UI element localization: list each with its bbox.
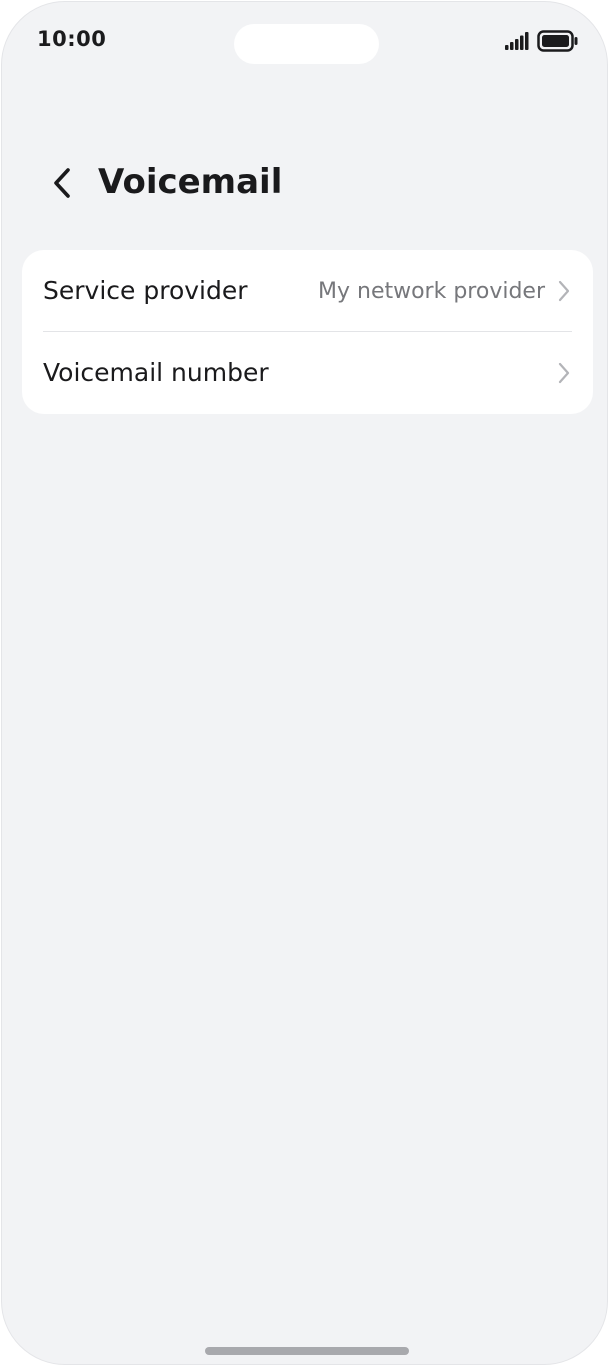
- settings-row-label: Voicemail number: [43, 358, 269, 387]
- chevron-right-icon: [558, 362, 570, 384]
- back-button[interactable]: [40, 160, 84, 206]
- voicemail-settings-card: Service provider My network provider Voi…: [22, 250, 593, 414]
- settings-row-service-provider[interactable]: Service provider My network provider: [22, 250, 593, 332]
- phone-screen: 10:00 Voicemail Service provider My netw…: [1, 1, 608, 1365]
- chevron-right-icon: [558, 280, 570, 302]
- camera-notch: [234, 24, 379, 64]
- battery-full-icon: [537, 30, 578, 52]
- status-time: 10:00: [37, 27, 107, 51]
- page-title: Voicemail: [98, 162, 283, 202]
- settings-row-value: My network provider: [318, 279, 545, 304]
- title-bar: Voicemail: [2, 152, 607, 214]
- cellular-signal-icon: [505, 32, 529, 50]
- chevron-left-icon: [54, 168, 70, 198]
- status-bar: 10:00: [2, 2, 607, 82]
- settings-row-voicemail-number[interactable]: Voicemail number: [22, 332, 593, 414]
- settings-row-label: Service provider: [43, 276, 248, 305]
- home-indicator[interactable]: [205, 1347, 409, 1355]
